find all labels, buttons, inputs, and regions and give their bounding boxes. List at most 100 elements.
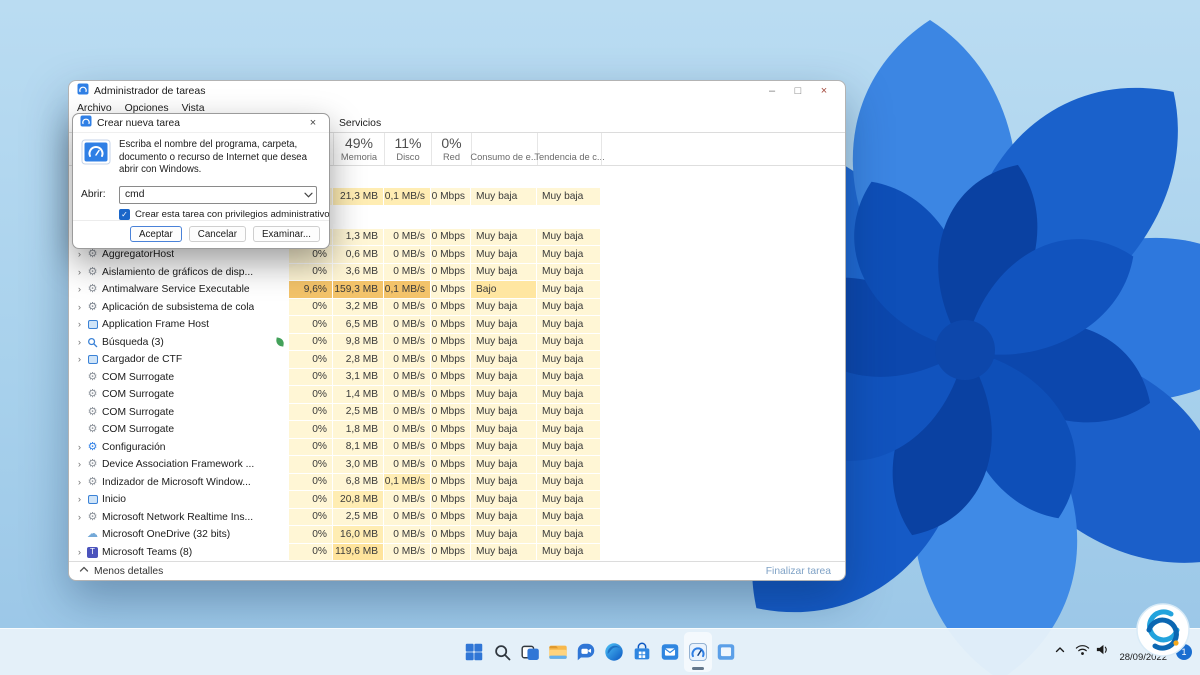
gear-icon: ⚙ [87, 458, 98, 471]
cell-disk: 0 MB/s [384, 351, 431, 369]
cell-mem: 3,0 MB [333, 456, 384, 474]
gear-icon: ⚙ [87, 248, 98, 261]
taskbar-start-icon[interactable] [460, 632, 488, 672]
cell-net: 0 Mbps [431, 188, 471, 206]
cell-net: 0 Mbps [431, 246, 471, 264]
process-row[interactable]: ☁ Microsoft OneDrive (32 bits) 0% 16,0 MB… [69, 526, 845, 544]
expand-chevron-icon[interactable]: › [74, 319, 85, 330]
taskbar-file-explorer-icon[interactable] [544, 632, 572, 672]
menu-archivo[interactable]: Archivo [77, 103, 112, 114]
expand-chevron-icon[interactable]: › [74, 459, 85, 470]
process-name: › ⚙ Configuración [69, 439, 289, 457]
printer-icon: ⚙ [87, 300, 98, 313]
menu-opciones[interactable]: Opciones [125, 103, 169, 114]
taskbar-edge-icon[interactable] [600, 632, 628, 672]
menu-vista[interactable]: Vista [182, 103, 205, 114]
expand-chevron-icon[interactable]: › [74, 267, 85, 278]
open-combobox[interactable]: cmd [119, 185, 317, 204]
process-row[interactable]: › ⚙ Configuración 0% 8,1 MB 0 MB/s 0 Mbps Mu… [69, 438, 845, 457]
expand-chevron-icon[interactable]: › [74, 354, 85, 365]
dialog-close-button[interactable]: × [304, 117, 322, 129]
less-details-button[interactable]: Menos detalles [79, 565, 163, 577]
cell-trend: Muy baja [537, 263, 601, 281]
process-row[interactable]: › Búsqueda (3) 0% 9,8 MB 0 MB/s 0 Mbps Muy b… [69, 333, 845, 351]
process-row[interactable]: › Inicio 0% 20,8 MB 0 MB/s 0 Mbps Muy baja Mu… [69, 491, 845, 509]
cell-trend: Muy baja [537, 298, 601, 316]
cell-cpu: 9,6% [289, 281, 333, 299]
expand-chevron-icon[interactable]: › [74, 284, 85, 295]
process-row[interactable]: › ⚙ Aplicación de subsistema de cola 0% 3… [69, 298, 845, 316]
cell-mem: 3,2 MB [333, 298, 384, 316]
process-row[interactable]: ⚙ COM Surrogate 0% 3,1 MB 0 MB/s 0 Mbps Muy … [69, 368, 845, 386]
cell-mem: 159,3 MB [333, 281, 384, 299]
taskbar-chat-icon[interactable] [572, 632, 600, 672]
cell-trend: Muy baja [537, 473, 601, 491]
cell-disk: 0 MB/s [384, 298, 431, 316]
cell-trend: Muy baja [537, 543, 601, 561]
cell-net: 0 Mbps [431, 508, 471, 526]
accept-button[interactable]: Aceptar [130, 226, 182, 242]
cell-net: 0 Mbps [431, 438, 471, 456]
gear-icon: ⚙ [87, 475, 98, 488]
cell-disk: 0 MB/s [384, 491, 431, 509]
process-row[interactable]: › Cargador de CTF 0% 2,8 MB 0 MB/s 0 Mbps Mu… [69, 351, 845, 369]
browse-button[interactable]: Examinar... [252, 226, 320, 242]
admin-privileges-checkbox[interactable]: ✓ [119, 208, 130, 220]
combo-dropdown-icon[interactable] [300, 192, 316, 198]
cell-net: 0 Mbps [431, 386, 471, 404]
process-row[interactable]: › ⚙ Microsoft Network Realtime Ins... 0%… [69, 508, 845, 526]
cell-cpu: 0% [289, 316, 333, 334]
expand-chevron-icon[interactable]: › [74, 442, 85, 453]
process-row[interactable]: › Application Frame Host 0% 6,5 MB 0 MB/s 0… [69, 316, 845, 334]
tray-expand-icon[interactable] [1054, 643, 1066, 661]
taskbar-store-icon[interactable] [628, 632, 656, 672]
column-header-power[interactable]: Consumo de e... [470, 133, 539, 165]
cell-mem: 6,8 MB [333, 473, 384, 491]
cell-disk: 0 MB/s [384, 438, 431, 456]
taskbar-search-icon[interactable] [488, 632, 516, 672]
column-header-net[interactable]: 0% Red [431, 133, 471, 165]
close-button[interactable]: × [811, 85, 837, 97]
expand-chevron-icon[interactable]: › [74, 477, 85, 488]
minimize-button[interactable]: – [759, 85, 785, 97]
process-row[interactable]: › T Microsoft Teams (8) 0% 119,6 MB 0 MB/s… [69, 543, 845, 561]
expand-chevron-icon[interactable]: › [74, 337, 85, 348]
cell-net: 0 Mbps [431, 298, 471, 316]
network-volume-cluster[interactable] [1075, 643, 1110, 661]
taskbar-mail-icon[interactable] [656, 632, 684, 672]
cell-power: Bajo [471, 281, 537, 299]
maximize-button[interactable]: □ [785, 85, 811, 97]
process-row[interactable]: ⚙ COM Surrogate 0% 1,8 MB 0 MB/s 0 Mbps Muy … [69, 421, 845, 439]
column-header-mem[interactable]: 49% Memoria [333, 133, 384, 165]
cell-trend: Muy baja [537, 386, 601, 404]
expand-chevron-icon[interactable]: › [74, 547, 85, 558]
expand-chevron-icon[interactable]: › [74, 494, 85, 505]
column-header-disk[interactable]: 11% Disco [384, 133, 431, 165]
cell-disk: 0 MB/s [384, 526, 431, 544]
cell-trend: Muy baja [537, 351, 601, 369]
cancel-button[interactable]: Cancelar [188, 226, 246, 242]
process-row[interactable]: › ⚙ Antimalware Service Executable 9,6% 1… [69, 281, 845, 299]
process-row[interactable]: ⚙ COM Surrogate 0% 2,5 MB 0 MB/s 0 Mbps Muy … [69, 403, 845, 421]
desktop: Administrador de tareas – □ × Archivo Opc… [0, 0, 1200, 675]
create-new-task-dialog: Crear nueva tarea × Escriba el nombre de… [72, 113, 330, 249]
process-row[interactable]: › ⚙ Aislamiento de gráficos de disp... 0… [69, 263, 845, 281]
process-name: ⚙ COM Surrogate [69, 386, 289, 404]
process-row[interactable]: ⚙ COM Surrogate 0% 1,4 MB 0 MB/s 0 Mbps Muy … [69, 386, 845, 404]
cell-mem: 2,5 MB [333, 403, 384, 421]
taskbar-task-manager-icon[interactable] [684, 632, 712, 672]
end-task-button[interactable]: Finalizar tarea [766, 566, 831, 577]
process-row[interactable]: › ⚙ Device Association Framework ... 0% 3… [69, 456, 845, 474]
expand-chevron-icon[interactable]: › [74, 302, 85, 313]
taskbar-task-view-icon[interactable] [516, 632, 544, 672]
process-row[interactable]: › ⚙ Indizador de Microsoft Window... 0% 6… [69, 473, 845, 491]
taskbar-app-icon[interactable] [712, 632, 740, 672]
cell-disk: 0 MB/s [384, 333, 431, 351]
column-header-trend[interactable]: Tendencia de c... [534, 133, 605, 165]
cell-trend: Muy baja [537, 491, 601, 509]
expand-chevron-icon[interactable]: › [74, 249, 85, 260]
chevron-up-icon [79, 565, 89, 577]
tab-servicios[interactable]: Servicios [339, 118, 381, 129]
cell-trend: Muy baja [537, 526, 601, 544]
expand-chevron-icon[interactable]: › [74, 512, 85, 523]
